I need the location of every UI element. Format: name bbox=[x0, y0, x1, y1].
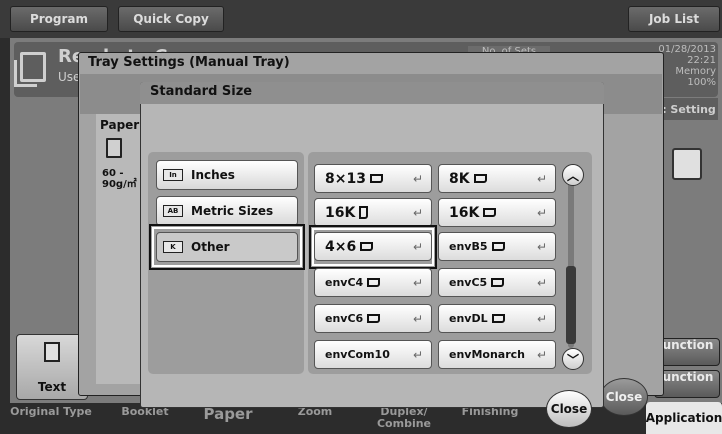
application-tab[interactable]: Application bbox=[646, 402, 722, 434]
paper-weight: 60 - 90g/㎡ bbox=[102, 168, 137, 190]
portrait-orientation-icon bbox=[359, 206, 369, 219]
tray-settings-close-button[interactable]: Close bbox=[600, 378, 648, 416]
category-label: Inches bbox=[191, 168, 235, 182]
scroll-down-button[interactable]: ﹀ bbox=[562, 348, 584, 370]
scroll-up-button[interactable]: ︿ bbox=[562, 164, 584, 186]
tab-job-list[interactable]: Job List bbox=[628, 6, 720, 32]
top-bar bbox=[0, 0, 722, 38]
setting-tab[interactable]: : Setting bbox=[660, 98, 718, 120]
tab-original-type[interactable]: Original Type bbox=[8, 406, 94, 418]
return-icon: ↵ bbox=[412, 276, 423, 290]
size-label: envMonarch bbox=[449, 348, 525, 361]
category-metric-button[interactable]: AB Metric Sizes bbox=[156, 196, 298, 226]
return-icon: ↵ bbox=[412, 312, 423, 326]
return-icon: ↵ bbox=[536, 276, 547, 290]
paper-label: Paper bbox=[100, 118, 140, 132]
landscape-orientation-icon bbox=[473, 174, 487, 183]
size-16k-landscape-button[interactable]: 16K ↵ bbox=[438, 198, 556, 227]
category-label: Metric Sizes bbox=[191, 204, 274, 218]
selection-highlight-other bbox=[149, 224, 305, 270]
size-label: envC5 bbox=[449, 276, 488, 289]
paper-weight-line-2: 90g/㎡ bbox=[102, 179, 137, 190]
size-envc6-button[interactable]: envC6 ↵ bbox=[314, 304, 432, 333]
tab-quick-copy[interactable]: Quick Copy bbox=[118, 6, 224, 32]
size-label: envDL bbox=[449, 312, 488, 325]
document-icon bbox=[672, 148, 702, 180]
tab-program[interactable]: Program bbox=[10, 6, 108, 32]
standard-size-close-button[interactable]: Close bbox=[546, 390, 592, 428]
category-inches-button[interactable]: In Inches bbox=[156, 160, 298, 190]
size-label: envB5 bbox=[449, 240, 488, 253]
size-envc4-button[interactable]: envC4 ↵ bbox=[314, 268, 432, 297]
landscape-orientation-icon bbox=[491, 242, 505, 251]
landscape-orientation-icon bbox=[491, 278, 505, 287]
landscape-orientation-icon bbox=[369, 174, 383, 183]
landscape-orientation-icon bbox=[367, 314, 381, 323]
size-envdl-button[interactable]: envDL ↵ bbox=[438, 304, 556, 333]
return-icon: ↵ bbox=[536, 206, 547, 220]
selection-highlight-4x6 bbox=[309, 225, 437, 269]
size-label: 16K bbox=[449, 204, 480, 221]
size-label: 8K bbox=[449, 170, 470, 187]
tray-settings-title: Tray Settings (Manual Tray) bbox=[88, 55, 290, 70]
landscape-orientation-icon bbox=[483, 208, 497, 217]
size-label: envC4 bbox=[325, 276, 364, 289]
paper-weight-line-1: 60 - bbox=[102, 168, 124, 179]
return-icon: ↵ bbox=[536, 172, 547, 186]
size-envc5-button[interactable]: envC5 ↵ bbox=[438, 268, 556, 297]
size-16k-portrait-button[interactable]: 16K ↵ bbox=[314, 198, 432, 227]
text-document-icon bbox=[44, 342, 60, 362]
return-icon: ↵ bbox=[536, 240, 547, 254]
size-envmonarch-button[interactable]: envMonarch ↵ bbox=[438, 340, 556, 369]
size-label: 16K bbox=[325, 204, 356, 221]
tab-duplex-combine[interactable]: Duplex/ Combine bbox=[372, 406, 436, 430]
size-envcom10-button[interactable]: envCom10 ↵ bbox=[314, 340, 432, 369]
size-label: 8×13 bbox=[325, 170, 366, 187]
scrollbar-thumb[interactable] bbox=[566, 266, 576, 344]
copy-icon bbox=[14, 52, 46, 87]
return-icon: ↵ bbox=[536, 348, 547, 362]
size-8k-button[interactable]: 8K ↵ bbox=[438, 164, 556, 193]
size-8x13-button[interactable]: 8×13 ↵ bbox=[314, 164, 432, 193]
size-label: envC6 bbox=[325, 312, 364, 325]
standard-size-title: Standard Size bbox=[150, 84, 253, 99]
size-label: envCom10 bbox=[325, 348, 390, 361]
size-envb5-button[interactable]: envB5 ↵ bbox=[438, 232, 556, 261]
paper-icon bbox=[106, 138, 122, 158]
return-icon: ↵ bbox=[412, 206, 423, 220]
inches-icon: In bbox=[163, 169, 183, 181]
metric-icon: AB bbox=[163, 205, 183, 217]
return-icon: ↵ bbox=[412, 348, 423, 362]
return-icon: ↵ bbox=[536, 312, 547, 326]
return-icon: ↵ bbox=[412, 172, 423, 186]
landscape-orientation-icon bbox=[367, 278, 381, 287]
landscape-orientation-icon bbox=[491, 314, 505, 323]
tab-paper[interactable]: Paper bbox=[196, 407, 260, 422]
